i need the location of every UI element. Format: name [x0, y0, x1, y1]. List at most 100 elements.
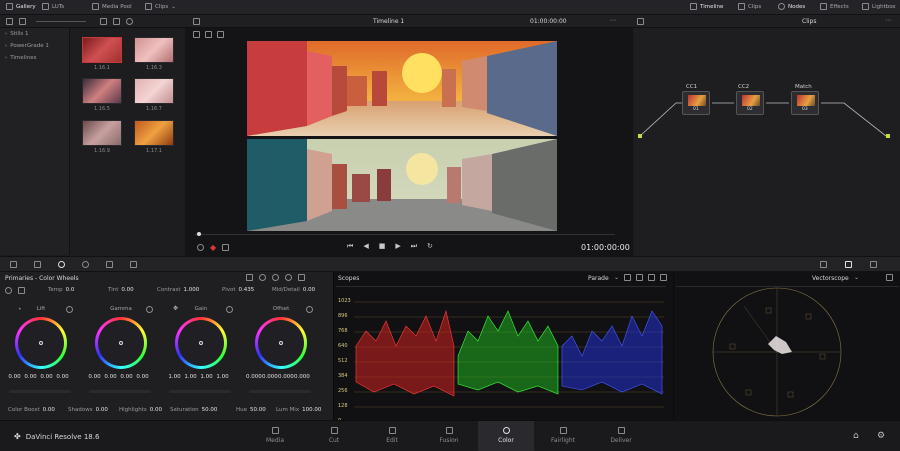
timeline-button[interactable]: Timeline [690, 3, 723, 10]
go-to-end-icon[interactable]: ⏭ [411, 242, 417, 251]
still-thumbnail[interactable] [134, 120, 174, 146]
clips-view-button[interactable]: Clips [738, 3, 761, 10]
audio-icon[interactable] [222, 244, 230, 251]
picker-icon[interactable] [217, 31, 224, 38]
gain-values[interactable]: 1.00 1.00 1.00 1.00 [168, 374, 229, 380]
hue-control[interactable]: Hue 50.00 [236, 407, 266, 413]
settings-gear-icon[interactable]: ⚙ [877, 431, 885, 441]
scopes-icon[interactable] [845, 261, 852, 268]
scope-mode-select[interactable]: Parade [588, 275, 609, 282]
vectorscope-select[interactable]: Vectorscope [812, 275, 849, 282]
playhead[interactable] [197, 232, 201, 236]
page-color[interactable]: Color [478, 421, 534, 451]
gallery-button[interactable]: Gallery [6, 3, 36, 10]
scope-settings-icon[interactable] [636, 274, 643, 281]
motion-effects-icon[interactable] [106, 261, 113, 268]
grab-still-icon[interactable] [100, 18, 107, 25]
options-icon[interactable]: ⋯ [610, 17, 616, 24]
luts-button[interactable]: LUTs [42, 3, 64, 10]
loop-playback-icon[interactable]: ↻ [427, 242, 433, 251]
gamma-values[interactable]: 0.00 0.00 0.00 0.00 [88, 374, 149, 380]
log-mode-icon[interactable] [272, 274, 279, 281]
sidebar-item-stills[interactable]: › Stills 1 [0, 28, 69, 40]
split-icon[interactable] [193, 31, 200, 38]
stop-marker-icon[interactable]: ◆ [210, 243, 216, 252]
lift-wheel[interactable] [15, 317, 67, 369]
highlight-icon[interactable] [637, 18, 644, 25]
page-cut[interactable]: Cut [306, 421, 362, 451]
reverse-icon[interactable]: ◀ [363, 242, 368, 251]
rgb-mixer-icon[interactable] [82, 261, 89, 268]
node-cc1[interactable]: 01 [682, 91, 710, 115]
grid-view-icon[interactable] [19, 18, 26, 25]
reset-wheels-icon[interactable] [285, 274, 292, 281]
node-match[interactable]: 03 [791, 91, 819, 115]
gamma-wheel[interactable] [95, 317, 147, 369]
page-edit[interactable]: Edit [364, 421, 420, 451]
scope-info-icon[interactable] [660, 274, 667, 281]
lift-values[interactable]: 0.00 0.00 0.00 0.00 [8, 374, 69, 380]
timeline-name[interactable]: Timeline 1 [373, 18, 404, 25]
keyframes-icon[interactable] [870, 261, 877, 268]
bars-mode-icon[interactable] [246, 274, 253, 281]
node-options-icon[interactable]: ⋯ [885, 17, 891, 24]
middetail-control[interactable]: Mid/Detail 0.00 [272, 287, 315, 293]
node-cc2[interactable]: 02 [736, 91, 764, 115]
lightbox-button[interactable]: Lightbox [862, 3, 896, 10]
still-thumbnail[interactable] [82, 78, 122, 104]
page-fairlight[interactable]: Fairlight [535, 421, 591, 451]
highlights-control[interactable]: Highlights 0.00 [119, 407, 162, 413]
shadows-control[interactable]: Shadows 0.00 [68, 407, 108, 413]
info-icon[interactable] [820, 261, 827, 268]
zoom-slider[interactable] [36, 21, 86, 22]
wheels-mode-icon[interactable] [259, 274, 266, 281]
sort-icon[interactable] [113, 18, 120, 25]
effects-button[interactable]: Effects [820, 3, 849, 10]
go-to-start-icon[interactable]: ⏮ [347, 242, 353, 251]
wheels-menu-icon[interactable] [298, 274, 305, 281]
color-match-icon[interactable] [34, 261, 41, 268]
viewer-mode-icon[interactable] [193, 18, 200, 25]
gamma-master-slider[interactable] [89, 390, 151, 393]
add-icon[interactable] [126, 18, 133, 25]
node-editor-title[interactable]: Clips [802, 18, 816, 25]
chevron-down-icon[interactable]: ⌄ [854, 274, 859, 281]
page-deliver[interactable]: Deliver [593, 421, 649, 451]
still-thumbnail[interactable] [82, 120, 122, 146]
color-wheels-icon[interactable] [58, 261, 65, 268]
page-fusion[interactable]: Fusion [421, 421, 477, 451]
lum-mix-control[interactable]: Lum Mix 100.00 [276, 407, 321, 413]
offset-master-slider[interactable] [249, 390, 311, 393]
loop-icon[interactable] [197, 244, 204, 251]
viewer-frame-graded[interactable] [247, 41, 557, 136]
offset-values[interactable]: 0.000 0.000 0.000 0.000 [246, 374, 310, 380]
scope-layout-icon[interactable] [624, 274, 631, 281]
sidebar-item-timelines[interactable]: › Timelines [0, 52, 69, 64]
picker-icon[interactable] [18, 287, 25, 294]
scrubber-track[interactable] [195, 234, 615, 235]
wipe-icon[interactable] [205, 31, 212, 38]
hdr-icon[interactable] [130, 261, 137, 268]
contrast-control[interactable]: Contrast 1.000 [157, 287, 199, 293]
gamma-reset-icon[interactable] [146, 306, 153, 313]
home-icon[interactable]: ⌂ [853, 431, 859, 441]
gain-master-slider[interactable] [169, 390, 231, 393]
lift-reset-icon[interactable] [66, 306, 73, 313]
media-pool-button[interactable]: Media Pool [92, 3, 132, 10]
sidebar-item-powergrade[interactable]: › PowerGrade 1 [0, 40, 69, 52]
chevron-down-icon[interactable]: ⌄ [614, 274, 619, 281]
saturation-control[interactable]: Saturation 50.00 [170, 407, 217, 413]
auto-balance-icon[interactable] [5, 287, 12, 294]
still-thumbnail[interactable] [82, 37, 122, 63]
gain-reset-icon[interactable] [226, 306, 233, 313]
stop-icon[interactable]: ■ [379, 242, 386, 251]
viewer-frame-reference[interactable] [247, 139, 557, 231]
camera-raw-icon[interactable] [10, 261, 17, 268]
page-media[interactable]: Media [247, 421, 303, 451]
color-boost-control[interactable]: Color Boost 0.00 [8, 407, 55, 413]
nodes-button[interactable]: Nodes [778, 3, 805, 10]
offset-wheel[interactable] [255, 317, 307, 369]
lift-master-slider[interactable] [9, 390, 71, 393]
list-view-icon[interactable] [6, 18, 13, 25]
vectorscope-settings-icon[interactable] [886, 274, 893, 281]
